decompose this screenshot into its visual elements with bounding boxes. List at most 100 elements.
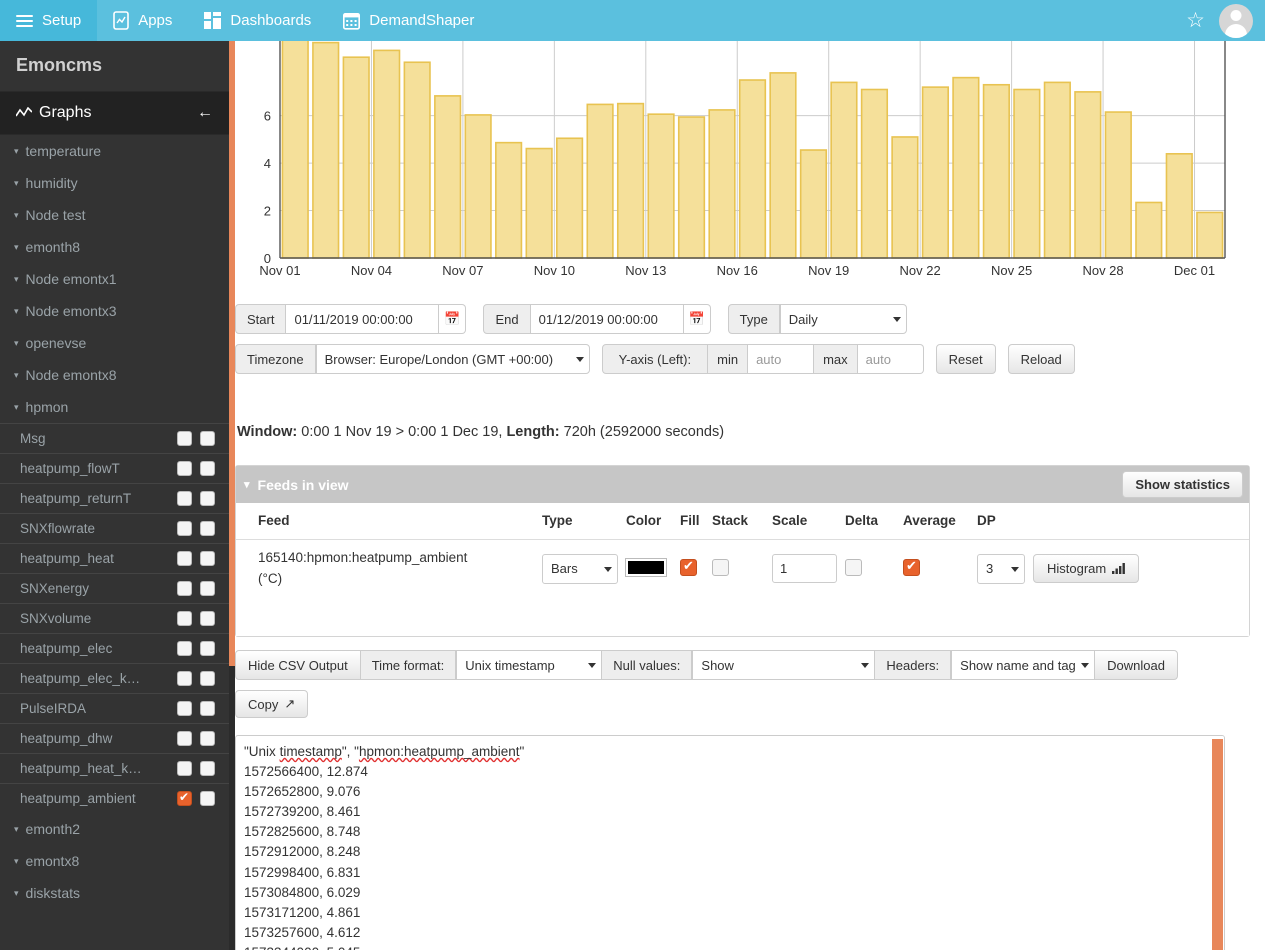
sidebar-feed-right-checkbox[interactable] (200, 581, 215, 596)
yaxis-min-input[interactable]: auto (748, 344, 815, 374)
copy-button[interactable]: Copy ↗ (235, 690, 309, 718)
start-input[interactable]: 01/11/2019 00:00:00 (286, 304, 440, 334)
feed-average-checkbox[interactable] (903, 558, 920, 576)
sidebar-node-node-emontx3[interactable]: ▾ Node emontx3 (0, 295, 229, 327)
sidebar-node-label: Node test (25, 207, 86, 223)
reload-button[interactable]: Reload (1007, 344, 1075, 374)
caret-down-icon: ▾ (14, 887, 19, 898)
csv-output-textarea[interactable]: "Unix timestamp", "hpmon:heatpump_ambien… (235, 735, 1225, 950)
sidebar-node-node-emontx1[interactable]: ▾ Node emontx1 (0, 263, 229, 295)
sidebar-feed-left-checkbox[interactable] (177, 701, 192, 716)
sidebar-node-emontx8[interactable]: ▾ emontx8 (0, 845, 229, 877)
feed-fill-checkbox[interactable] (680, 558, 697, 576)
feeds-panel-header[interactable]: ▾ Feeds in view Show statistics (236, 466, 1249, 503)
end-input[interactable]: 01/12/2019 00:00:00 (530, 304, 684, 334)
feed-delta-checkbox[interactable] (845, 558, 862, 576)
sidebar-feed-item[interactable]: heatpump_heat_k… (0, 753, 229, 783)
sidebar-node-openevse[interactable]: ▾ openevse (0, 327, 229, 359)
feed-stack-checkbox[interactable] (712, 558, 729, 576)
sidebar-feed-left-checkbox[interactable] (177, 491, 192, 506)
sidebar-feed-left-checkbox[interactable] (177, 521, 192, 536)
sidebar-feed-right-checkbox[interactable] (200, 761, 215, 776)
sidebar-feed-right-checkbox[interactable] (200, 521, 215, 536)
download-button[interactable]: Download (1094, 650, 1178, 680)
sidebar-feed-right-checkbox[interactable] (200, 461, 215, 476)
sidebar-node-humidity[interactable]: ▾ humidity (0, 167, 229, 199)
sidebar-feed-item[interactable]: SNXenergy (0, 573, 229, 603)
end-calendar-icon[interactable]: 📅 (683, 304, 711, 334)
sidebar-feed-item[interactable]: heatpump_dhw (0, 723, 229, 753)
sidebar-node-temperature[interactable]: ▾ temperature (0, 135, 229, 167)
sidebar-feed-left-checkbox[interactable] (177, 641, 192, 656)
sidebar-node-hpmon[interactable]: ▾ hpmon (0, 391, 229, 423)
feed-color-swatch[interactable] (625, 557, 667, 577)
csv-scrollbar-thumb[interactable] (1212, 739, 1223, 950)
feed-fill-cell (676, 538, 708, 598)
graph-chart[interactable]: 0246 Nov 01 Nov 04 Nov 07 Nov 10 Nov 13 Nov 1… (235, 41, 1245, 286)
sidebar-feed-item[interactable]: heatpump_flowT (0, 453, 229, 483)
sidebar-feed-right-checkbox[interactable] (200, 551, 215, 566)
time-format-select[interactable]: Unix timestamp (456, 650, 603, 680)
sidebar-feed-right-checkbox[interactable] (200, 671, 215, 686)
sidebar-feed-right-checkbox[interactable] (200, 611, 215, 626)
sidebar-feed-left-checkbox[interactable] (177, 790, 192, 806)
sidebar-feed-right-checkbox[interactable] (200, 491, 215, 506)
sidebar-node-diskstats[interactable]: ▾ diskstats (0, 877, 229, 909)
sidebar-node-node-test[interactable]: ▾ Node test (0, 199, 229, 231)
sidebar-feed-right-checkbox[interactable] (200, 701, 215, 716)
sidebar-feed-left-checkbox[interactable] (177, 461, 192, 476)
chart-canvas[interactable]: 0246 Nov 01 Nov 04 Nov 07 Nov 10 Nov 13 Nov 1… (235, 41, 1245, 286)
sidebar-feed-item[interactable]: SNXvolume (0, 603, 229, 633)
nav-item-apps[interactable]: Apps (97, 0, 188, 41)
sidebar-feed-item[interactable]: heatpump_returnT (0, 483, 229, 513)
sidebar-section-graphs[interactable]: Graphs ← (0, 92, 229, 135)
timezone-select[interactable]: Browser: Europe/London (GMT +00:00) (315, 344, 590, 374)
nav-item-setup[interactable]: Setup (0, 0, 98, 41)
sidebar-feed-item[interactable]: PulseIRDA (0, 693, 229, 723)
csv-output-text[interactable]: "Unix timestamp", "hpmon:heatpump_ambien… (236, 736, 1224, 950)
feed-type-select[interactable]: Bars (542, 553, 618, 584)
feed-scale-input[interactable]: 1 (772, 554, 837, 584)
collapse-caret-icon[interactable]: ▾ (244, 478, 250, 491)
sidebar-feed-right-checkbox[interactable] (200, 431, 215, 446)
headers-select[interactable]: Show name and tag (951, 650, 1096, 680)
nav-item-dashboards[interactable]: Dashboards (188, 0, 327, 41)
sidebar-feed-left-checkbox[interactable] (177, 611, 192, 626)
star-icon[interactable]: ☆ (1186, 10, 1205, 31)
sidebar-feed-left-checkbox[interactable] (177, 581, 192, 596)
hide-csv-output-button[interactable]: Hide CSV Output (235, 650, 361, 680)
sidebar-feed-item[interactable]: heatpump_elec (0, 633, 229, 663)
sidebar-feed-item[interactable]: heatpump_elec_k… (0, 663, 229, 693)
histogram-button[interactable]: Histogram (1033, 554, 1140, 584)
sidebar-node-node-emontx8[interactable]: ▾ Node emontx8 (0, 359, 229, 391)
sidebar-feed-right-checkbox[interactable] (200, 641, 215, 656)
feed-dp-select[interactable]: 3 (977, 553, 1025, 584)
sidebar-feed-left-checkbox[interactable] (177, 551, 192, 566)
type-select[interactable]: Daily (779, 304, 907, 334)
sidebar-node-emonth8[interactable]: ▾ emonth8 (0, 231, 229, 263)
sidebar-feed-left-checkbox[interactable] (177, 431, 192, 446)
sidebar-feed-item[interactable]: heatpump_heat (0, 543, 229, 573)
chart-x-tick-label: Nov 04 (351, 263, 392, 278)
sidebar-feed-left-checkbox[interactable] (177, 761, 192, 776)
nav-item-demandshaper[interactable]: DemandShaper (327, 0, 490, 41)
sidebar-feed-left-checkbox[interactable] (177, 671, 192, 686)
yaxis-max-input[interactable]: auto (857, 344, 924, 374)
sidebar-feed-item[interactable]: SNXflowrate (0, 513, 229, 543)
sidebar-feed-left-checkbox[interactable] (177, 731, 192, 746)
sidebar-feed-right-checkbox[interactable] (200, 791, 215, 806)
sidebar-feed-item[interactable]: heatpump_ambient (0, 783, 229, 813)
csv-scrollbar-track[interactable] (1211, 736, 1224, 950)
show-statistics-button[interactable]: Show statistics (1122, 471, 1243, 498)
reset-button[interactable]: Reset (935, 344, 996, 374)
null-values-select[interactable]: Show (692, 650, 876, 680)
user-avatar-icon[interactable] (1219, 3, 1253, 38)
sidebar-node-label: openevse (25, 335, 87, 351)
chart-bar (647, 113, 675, 259)
sidebar-feed-right-checkbox[interactable] (200, 731, 215, 746)
caret-down-icon: ▾ (14, 369, 19, 380)
sidebar-feed-item[interactable]: Msg (0, 423, 229, 453)
start-calendar-icon[interactable]: 📅 (439, 304, 467, 334)
sidebar-node-emonth2[interactable]: ▾ emonth2 (0, 813, 229, 845)
back-arrow-icon[interactable]: ← (197, 104, 213, 122)
